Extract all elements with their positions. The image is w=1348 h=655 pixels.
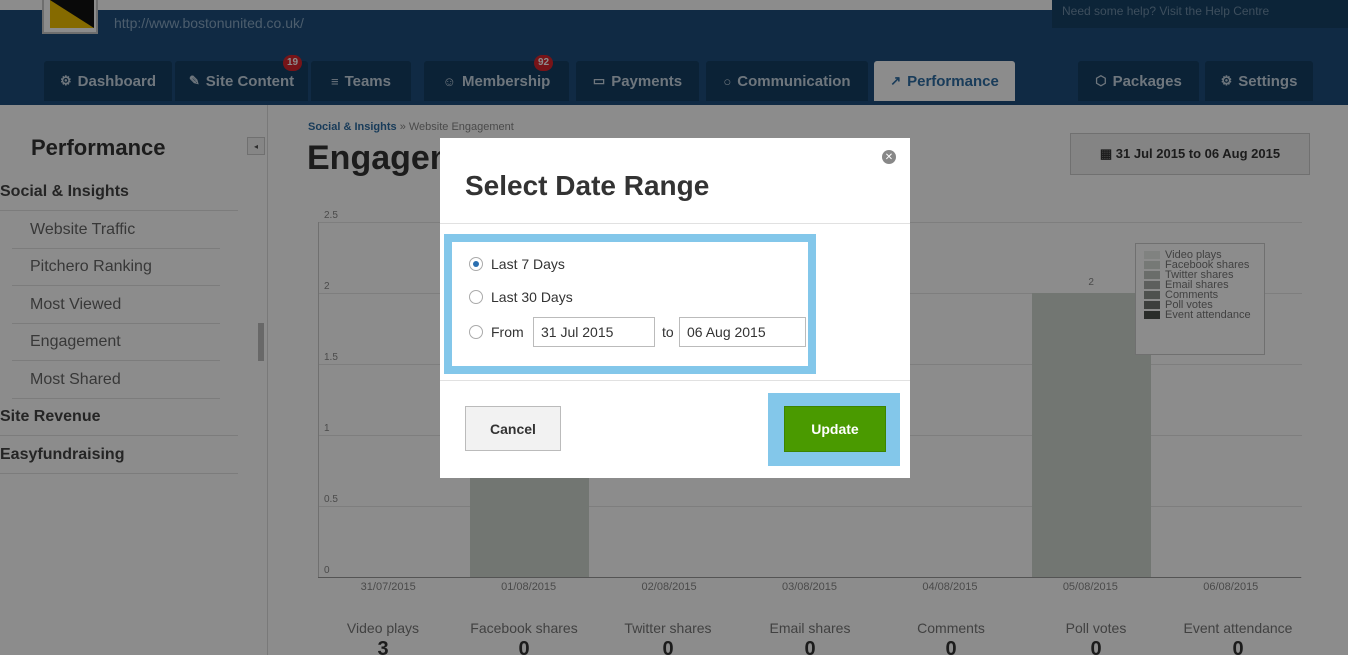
date-range-modal: ✕ Select Date Range Last 7 Days Last 30 …	[440, 138, 910, 478]
option-custom-range[interactable]: From	[469, 324, 524, 340]
modal-divider	[440, 380, 910, 381]
option-label: Last 30 Days	[491, 289, 573, 305]
radio-button[interactable]	[469, 290, 483, 304]
app-root: http://www.bostonunited.co.uk/ Need some…	[0, 0, 1348, 655]
date-options: Last 7 Days Last 30 Days From 31 Jul 201…	[452, 242, 808, 366]
option-label: From	[491, 324, 524, 340]
to-label: to	[662, 324, 674, 340]
radio-button[interactable]	[469, 257, 483, 271]
option-last-7-days[interactable]: Last 7 Days	[469, 256, 565, 272]
option-last-30-days[interactable]: Last 30 Days	[469, 289, 573, 305]
to-date-input[interactable]: 06 Aug 2015	[679, 317, 806, 347]
option-label: Last 7 Days	[491, 256, 565, 272]
update-button[interactable]: Update	[784, 406, 886, 452]
modal-divider	[440, 223, 910, 224]
options-highlight: Last 7 Days Last 30 Days From 31 Jul 201…	[444, 234, 816, 374]
modal-title: Select Date Range	[465, 170, 710, 201]
cancel-button[interactable]: Cancel	[465, 406, 561, 451]
close-icon[interactable]: ✕	[882, 150, 896, 164]
update-highlight: Update	[768, 393, 900, 466]
radio-button[interactable]	[469, 325, 483, 339]
from-date-input[interactable]: 31 Jul 2015	[533, 317, 655, 347]
